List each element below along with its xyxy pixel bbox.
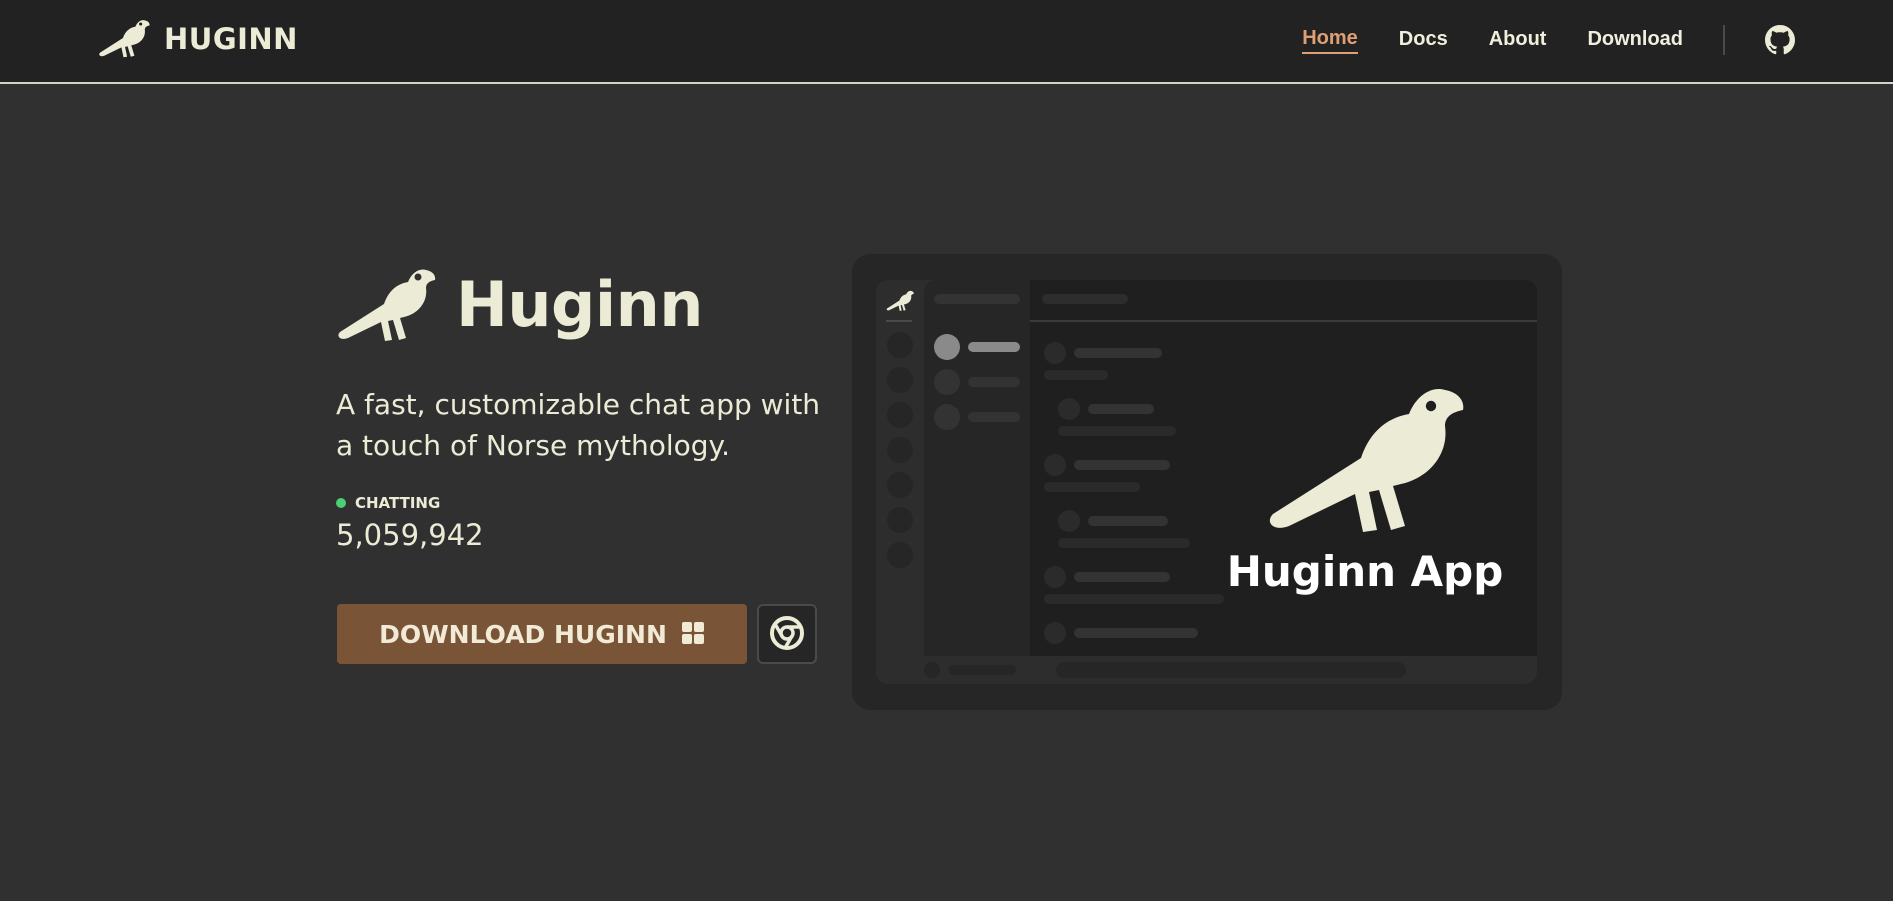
preview-placeholder <box>1074 572 1170 582</box>
preview-placeholder <box>1044 482 1140 492</box>
preview-avatar <box>934 404 960 430</box>
raven-icon <box>98 16 150 63</box>
preview-placeholder <box>968 412 1020 422</box>
preview-avatar <box>924 662 940 678</box>
nav-divider <box>1723 25 1725 55</box>
preview-placeholder <box>1044 370 1108 380</box>
preview-avatar <box>1044 566 1066 588</box>
github-icon[interactable] <box>1765 25 1795 55</box>
raven-icon <box>1257 374 1473 539</box>
raven-icon <box>336 262 436 347</box>
main-nav: Home Docs About Download <box>1302 18 1795 62</box>
nav-download[interactable]: Download <box>1587 28 1683 53</box>
preview-avatar <box>1044 342 1066 364</box>
preview-placeholder <box>1058 426 1176 436</box>
preview-placeholder <box>968 342 1020 352</box>
online-dot-icon <box>336 498 346 508</box>
preview-divider <box>1030 320 1537 322</box>
nav-home[interactable]: Home <box>1302 27 1358 54</box>
preview-server <box>887 332 913 358</box>
preview-placeholder <box>934 294 1020 304</box>
preview-placeholder <box>1074 628 1198 638</box>
nav-about[interactable]: About <box>1489 28 1547 53</box>
download-button-label: DOWNLOAD HUGINN <box>379 619 667 649</box>
preview-overlay: Huginn App <box>1227 374 1503 596</box>
preview-avatar <box>1044 454 1066 476</box>
top-navbar: HUGINN Home Docs About Download <box>0 0 1893 84</box>
preview-title: Huginn App <box>1226 547 1504 596</box>
preview-avatar <box>934 369 960 395</box>
windows-icon <box>681 621 705 648</box>
preview-placeholder <box>1074 460 1170 470</box>
preview-placeholder <box>1058 538 1190 548</box>
preview-placeholder <box>968 377 1020 387</box>
chatting-count: 5,059,942 <box>336 518 484 552</box>
preview-server <box>887 507 913 533</box>
preview-avatar <box>1044 622 1066 644</box>
preview-placeholder <box>1088 404 1154 414</box>
preview-server <box>887 402 913 428</box>
preview-server <box>887 437 913 463</box>
preview-avatar <box>1058 398 1080 420</box>
preview-placeholder <box>1056 662 1406 678</box>
brand-name: HUGINN <box>164 22 298 56</box>
preview-server <box>887 472 913 498</box>
preview-placeholder <box>1044 594 1224 604</box>
chrome-icon <box>769 615 805 654</box>
hero-title: Huginn <box>456 268 703 341</box>
preview-separator <box>886 320 912 322</box>
nav-docs[interactable]: Docs <box>1399 28 1448 53</box>
brand[interactable]: HUGINN <box>98 17 298 61</box>
preview-channel-list <box>924 280 1030 656</box>
preview-placeholder <box>1074 348 1162 358</box>
download-button[interactable]: DOWNLOAD HUGINN <box>337 604 747 664</box>
preview-server <box>887 367 913 393</box>
preview-placeholder <box>948 665 1016 675</box>
preview-avatar <box>1058 510 1080 532</box>
raven-icon <box>886 290 914 311</box>
preview-composer <box>876 656 1537 684</box>
open-in-browser-button[interactable] <box>757 604 817 664</box>
preview-server <box>887 542 913 568</box>
preview-server-list <box>876 280 924 684</box>
preview-placeholder <box>1042 294 1128 304</box>
hero-logo: Huginn <box>336 262 703 347</box>
tagline: A fast, customizable chat app with a tou… <box>336 388 821 462</box>
status-label: CHATTING <box>355 494 441 512</box>
preview-placeholder <box>1088 516 1168 526</box>
preview-avatar <box>934 334 960 360</box>
status-indicator: CHATTING <box>336 494 440 512</box>
